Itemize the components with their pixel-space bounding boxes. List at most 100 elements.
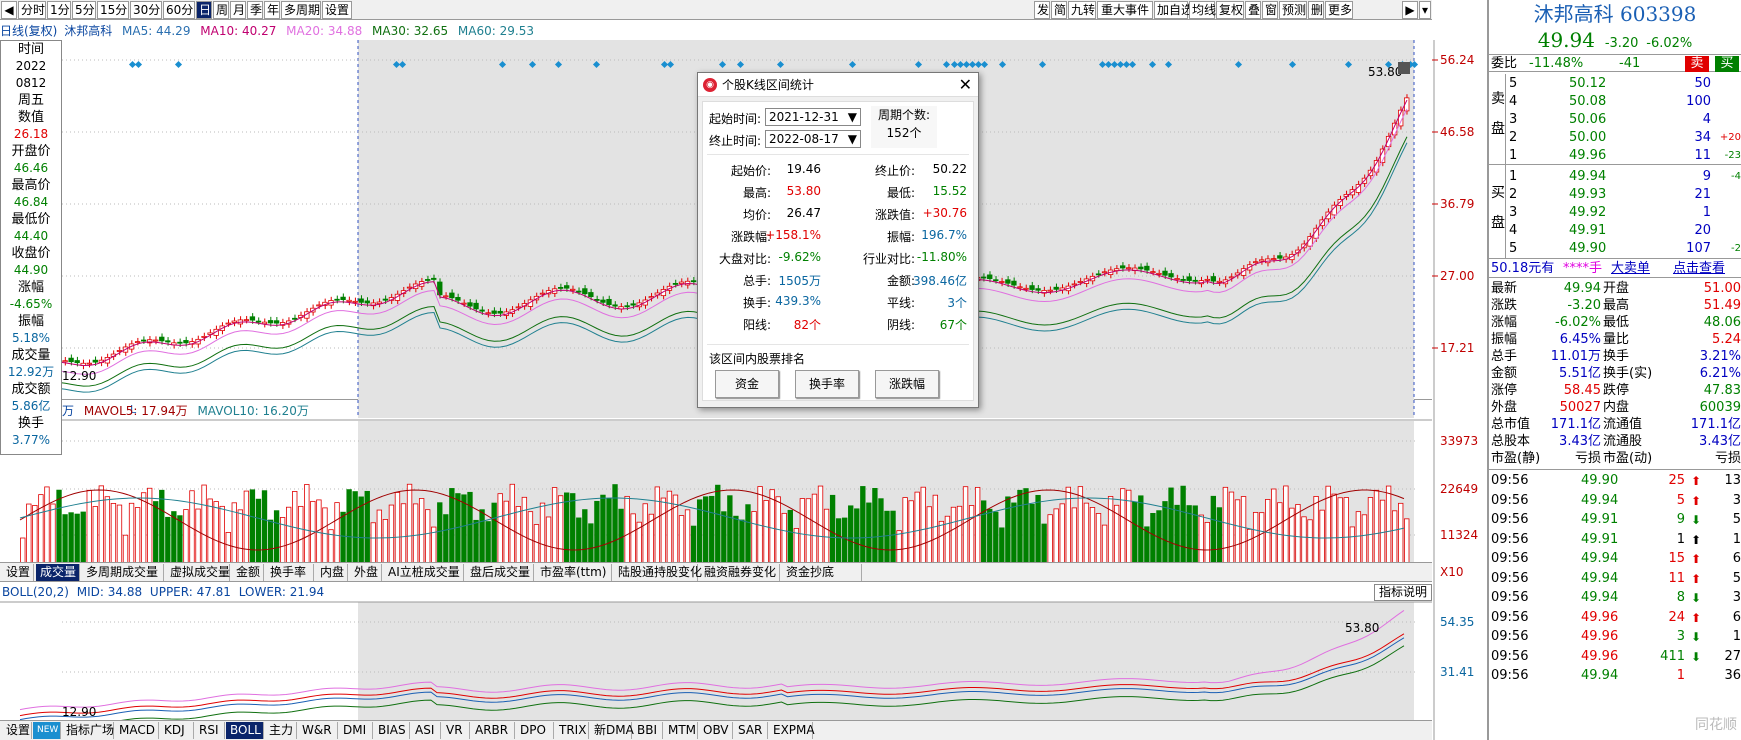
bottom-tab-8[interactable]: W&R [298, 722, 338, 739]
buy-button[interactable]: 买 [1715, 56, 1739, 72]
tool-button-3[interactable]: 重大事件 [1097, 1, 1153, 19]
next-icon[interactable]: ▶ [1402, 1, 1418, 19]
prev-icon[interactable]: ◀ [1, 1, 17, 19]
indicator-tab-4[interactable]: 金额 [232, 564, 264, 581]
indicator-tab-1[interactable]: 成交量 [36, 564, 80, 581]
tick-row: 09:56 49.94 15 ⬆ 6 [1489, 550, 1741, 568]
indicator-tab-2[interactable]: 多周期成交量 [82, 564, 164, 581]
level-num: 4 [1509, 94, 1518, 109]
bottom-tab-0[interactable]: 设置 [2, 722, 32, 739]
tool-button-7[interactable]: 叠 [1245, 1, 1261, 19]
bottom-tab-2[interactable]: 指标广场 [62, 722, 114, 739]
indicator-tab-11[interactable]: 陆股通持股变化 [614, 564, 702, 581]
bottom-tab-12[interactable]: VR [442, 722, 470, 739]
bottom-tab-10[interactable]: BIAS [374, 722, 410, 739]
period-tab-12[interactable]: 设置 [322, 1, 352, 19]
tool-button-2[interactable]: 九转 [1068, 1, 1096, 19]
bottom-tab-9[interactable]: DMI [339, 722, 373, 739]
tool-button-9[interactable]: 预测 [1279, 1, 1307, 19]
bottom-tab-13[interactable]: ARBR [471, 722, 515, 739]
indicator-tabbar: 设置 成交量 多周期成交量 虚拟成交量 金额 换手率 内盘 外盘 AI立桩成交量 盘后成交量 市盈率… [0, 562, 1432, 582]
period-tab-11[interactable]: 多周期 [281, 1, 321, 19]
candle-body [1126, 267, 1132, 270]
bottom-tab-14[interactable]: DPO [516, 722, 554, 739]
bottom-tab-16[interactable]: 新DMA [590, 722, 634, 739]
period-tab-6[interactable]: 日 [196, 1, 212, 19]
tool-button-8[interactable]: 窗 [1262, 1, 1278, 19]
period-tab-10[interactable]: 年 [264, 1, 280, 19]
dropdown-icon[interactable]: ▾ [1419, 1, 1431, 19]
period-tab-3[interactable]: 15分 [97, 1, 129, 19]
tool-button-10[interactable]: 删 [1308, 1, 1324, 19]
candle-body [1029, 285, 1035, 290]
rank-turnover-button[interactable]: 换手率 [795, 370, 859, 398]
big-order-row[interactable]: 50.18元有 ****手 大卖单 点击查看 [1489, 260, 1741, 278]
period-tab-0[interactable]: 分时 [18, 1, 46, 19]
level-num: 4 [1509, 223, 1518, 238]
stat-value: -11.80% [916, 250, 967, 264]
order-level: 5 50.12 50 [1489, 75, 1741, 93]
tick-price: 49.96 [1581, 609, 1619, 625]
indicator-tab-8[interactable]: AI立桩成交量 [384, 564, 464, 581]
bottom-tab-21[interactable]: EXPMA [769, 722, 815, 739]
bottom-tab-17[interactable]: BBI [633, 722, 663, 739]
tool-button-6[interactable]: 复权 [1216, 1, 1244, 19]
bottom-tab-15[interactable]: TRIX [555, 722, 589, 739]
period-tab-1[interactable]: 1分 [47, 1, 71, 19]
indicator-tab-6[interactable]: 内盘 [316, 564, 348, 581]
indicator-tab-0[interactable]: 设置 [2, 564, 34, 581]
big-order-view[interactable]: 点击查看 [1673, 260, 1725, 278]
indicator-tab-13[interactable]: 资金抄底 [782, 564, 862, 581]
stat-label: 阳线: [742, 318, 771, 332]
level-volume: 11 [1694, 148, 1711, 163]
stat-val: -6.02% [1555, 315, 1601, 330]
stat-key: 总市值 [1491, 417, 1531, 432]
tool-button-4[interactable]: 加自选 [1154, 1, 1193, 19]
bottom-tab-18[interactable]: MTM [664, 722, 698, 739]
period-tab-2[interactable]: 5分 [72, 1, 96, 19]
rank-change-button[interactable]: 涨跌幅 [875, 370, 939, 398]
bottom-tab-11[interactable]: ASI [411, 722, 441, 739]
period-tab-7[interactable]: 周 [213, 1, 229, 19]
bottom-tab-20[interactable]: SAR [734, 722, 768, 739]
bottom-tab-4[interactable]: KDJ [160, 722, 194, 739]
bottom-tab-1[interactable]: NEW [33, 722, 61, 739]
tick-price: 49.94 [1581, 551, 1619, 566]
big-order-vol: ****手 [1563, 261, 1603, 276]
indicator-tab-3[interactable]: 虚拟成交量 [166, 564, 230, 581]
tick-count: 13 [1724, 473, 1741, 488]
rank-title: 该区间内股票排名 [709, 352, 806, 366]
close-icon[interactable]: ✕ [959, 73, 972, 97]
tool-button-0[interactable]: 发 [1034, 1, 1050, 19]
rank-fund-button[interactable]: 资金 [715, 370, 779, 398]
bottom-tab-5[interactable]: RSI [195, 722, 225, 739]
bottom-tab-19[interactable]: OBV [699, 722, 733, 739]
tool-button-1[interactable]: 简 [1051, 1, 1067, 19]
indicator-tab-7[interactable]: 外盘 [350, 564, 382, 581]
price-tick-label: 27.00 [1440, 269, 1474, 283]
divider [1489, 258, 1741, 259]
volume-unit-label: X10 [1440, 565, 1464, 579]
info-value: 0812 [15, 76, 47, 90]
period-tab-8[interactable]: 月 [230, 1, 246, 19]
end-time-select[interactable]: 2022-08-17 ▼ [765, 130, 861, 148]
indicator-tab-9[interactable]: 盘后成交量 [466, 564, 534, 581]
period-tab-5[interactable]: 60分 [163, 1, 195, 19]
tool-button-5[interactable]: 均线 [1189, 1, 1216, 19]
indicator-tab-5[interactable]: 换手率 [266, 564, 314, 581]
indicator-tab-10[interactable]: 市盈率(ttm) [536, 564, 612, 581]
tool-button-11[interactable]: 更多 [1325, 1, 1353, 19]
info-key: 成交额 [11, 382, 51, 397]
indicator-tab-12[interactable]: 融资融券变化 [700, 564, 780, 581]
bottom-tab-6[interactable]: BOLL [226, 722, 264, 739]
period-tab-4[interactable]: 30分 [130, 1, 162, 19]
bottom-tab-7[interactable]: 主力 [265, 722, 297, 739]
candle-body [1120, 265, 1126, 269]
indicator-explain-button[interactable]: 指标说明 [1374, 584, 1433, 601]
tick-row: 09:56 49.91 9 ⬇ 5 [1489, 511, 1741, 529]
sell-button[interactable]: 卖 [1685, 56, 1709, 72]
dialog-body: 起始时间: 2021-12-31 ▼ 终止时间: 2022-08-17 ▼ 周期个数… [702, 101, 974, 401]
period-tab-9[interactable]: 季 [247, 1, 263, 19]
bottom-tab-3[interactable]: MACD [115, 722, 159, 739]
start-time-select[interactable]: 2021-12-31 ▼ [765, 108, 861, 126]
